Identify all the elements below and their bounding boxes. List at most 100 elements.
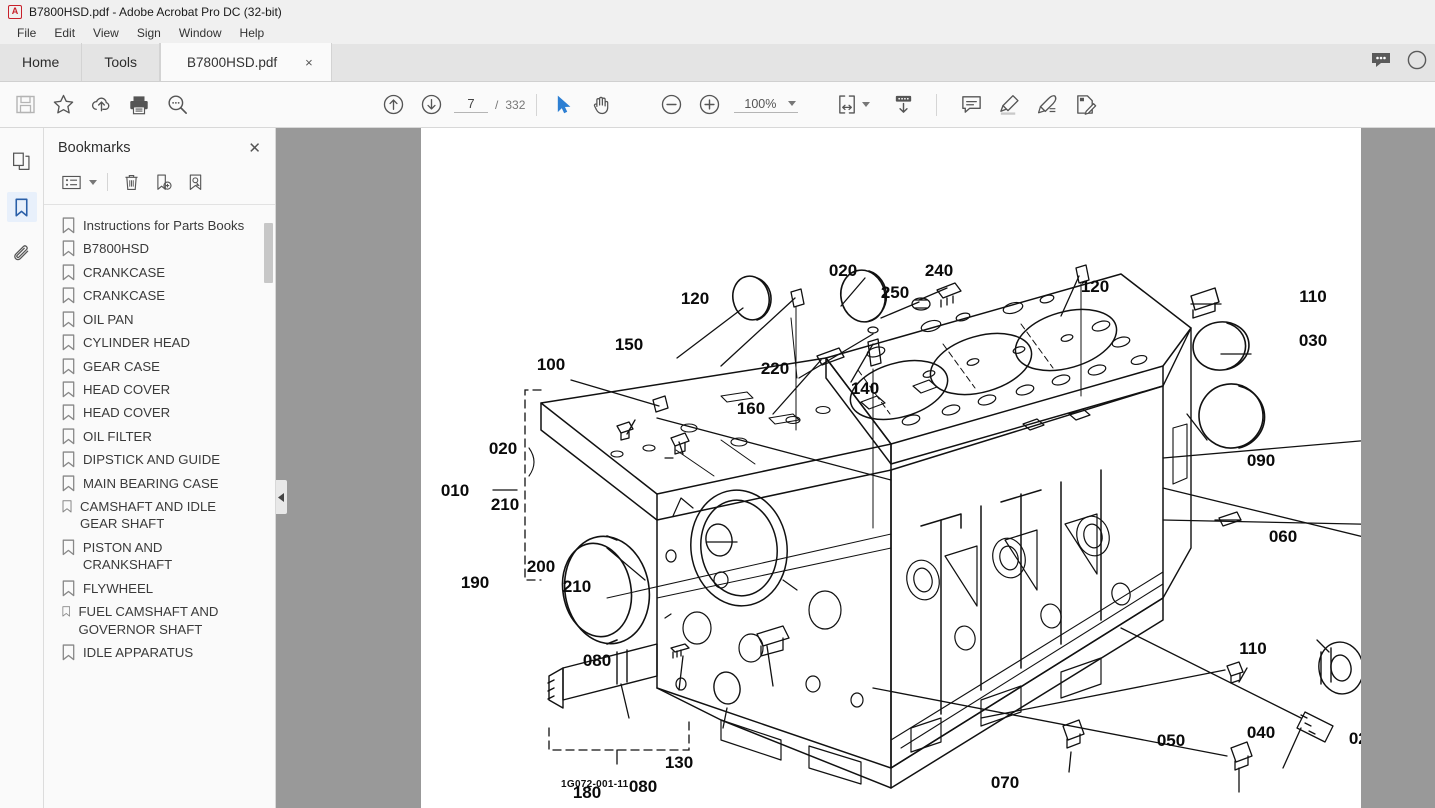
- bookmark-item-icon: [62, 287, 75, 304]
- print-file-icon[interactable]: [120, 86, 158, 124]
- list-item[interactable]: FLYWHEEL: [44, 577, 275, 600]
- list-item[interactable]: IDLE APPARATUS: [44, 641, 275, 664]
- list-item[interactable]: OIL PAN: [44, 308, 275, 331]
- draw-freehand-icon[interactable]: [1028, 86, 1066, 124]
- bookmarks-toolbar: [44, 166, 275, 205]
- callout-210-a: 210: [491, 495, 519, 514]
- list-item[interactable]: FUEL CAMSHAFT AND GOVERNOR SHAFT: [44, 600, 275, 641]
- callout-080-b: 080: [629, 777, 657, 796]
- bookmark-options-chevron-down-icon[interactable]: [89, 179, 97, 185]
- chevron-down-icon: [788, 101, 797, 106]
- page-thumbnails-icon[interactable]: [7, 146, 37, 176]
- save-file-icon[interactable]: [6, 86, 44, 124]
- menu-item-file[interactable]: File: [8, 23, 45, 44]
- list-item[interactable]: CAMSHAFT AND IDLE GEAR SHAFT: [44, 495, 275, 536]
- list-item-label: DIPSTICK AND GUIDE: [83, 452, 221, 468]
- bookmarks-panel-header: Bookmarks ✕: [44, 128, 275, 166]
- callout-210-b: 210: [563, 577, 591, 596]
- comment-bubble-icon[interactable]: [1371, 52, 1391, 73]
- help-circle-icon[interactable]: [1407, 50, 1427, 75]
- add-to-favorites-icon[interactable]: [44, 86, 82, 124]
- list-item-label: MAIN BEARING CASE: [83, 475, 219, 491]
- previous-page-icon[interactable]: [374, 86, 412, 124]
- page-scroll-icon[interactable]: [884, 86, 922, 124]
- fit-page-chevron-down-icon[interactable]: [862, 102, 871, 107]
- pdf-file-icon: A: [8, 4, 22, 19]
- attachments-icon[interactable]: [7, 238, 37, 268]
- list-item[interactable]: HEAD COVER: [44, 401, 275, 424]
- upload-to-cloud-icon[interactable]: [82, 86, 120, 124]
- pdf-page: 1G072-001-11 010 020 210 100 150 120 160…: [421, 128, 1361, 808]
- list-item[interactable]: OIL FILTER: [44, 425, 275, 448]
- fit-page-icon[interactable]: [828, 86, 866, 124]
- tab-document[interactable]: B7800HSD.pdf ×: [160, 43, 332, 81]
- window-title: B7800HSD.pdf - Adobe Acrobat Pro DC (32-…: [29, 4, 282, 19]
- hand-pan-icon[interactable]: [582, 86, 620, 124]
- callout-060-a: 060: [1269, 527, 1297, 546]
- list-item[interactable]: CRANKCASE: [44, 284, 275, 307]
- navigation-rail: [0, 128, 44, 808]
- list-item-label: HEAD COVER: [83, 381, 171, 397]
- callout-020-c: 020: [1349, 729, 1361, 748]
- close-icon[interactable]: ×: [305, 55, 313, 70]
- close-panel-icon[interactable]: ✕: [248, 141, 261, 156]
- menu-item-sign[interactable]: Sign: [128, 23, 170, 44]
- fill-and-sign-icon[interactable]: [1066, 86, 1104, 124]
- add-comment-icon[interactable]: [952, 86, 990, 124]
- callout-labels: 010 020 210 100 150 120 160 220 140 020 …: [441, 261, 1361, 802]
- tab-tools[interactable]: Tools: [82, 43, 161, 81]
- bookmark-item-icon: [62, 357, 75, 374]
- toolbar-tools-group: [544, 86, 620, 124]
- bookmarks-scrollbar[interactable]: [263, 205, 274, 808]
- list-item[interactable]: HEAD COVER: [44, 378, 275, 401]
- list-item[interactable]: B7800HSD: [44, 237, 275, 260]
- zoom-out-icon[interactable]: [652, 86, 690, 124]
- toolbar-annotation-group: [952, 86, 1104, 124]
- list-item-label: PISTON AND CRANKSHAFT: [82, 539, 173, 573]
- bookmarks-icon[interactable]: [6, 192, 37, 222]
- list-item[interactable]: CRANKCASE: [44, 261, 275, 284]
- select-cursor-icon[interactable]: [544, 86, 582, 124]
- application-body: Bookmarks ✕ Instructions for Parts Books…: [0, 128, 1435, 808]
- bookmark-item-icon: [62, 404, 75, 421]
- list-item[interactable]: DIPSTICK AND GUIDE: [44, 448, 275, 471]
- toolbar-zoom-group: 100%: [652, 86, 799, 124]
- toolbar-file-group: [6, 86, 196, 124]
- toolbar-navigation-group: / 332: [374, 86, 529, 124]
- zoom-in-icon[interactable]: [690, 86, 728, 124]
- bookmark-options-menu-icon[interactable]: [56, 169, 86, 195]
- bookmarks-list[interactable]: ▲ Instructions for Parts Books B7800HSD: [44, 205, 275, 808]
- tab-home[interactable]: Home: [0, 43, 83, 81]
- delete-bookmark-icon[interactable]: [116, 169, 146, 195]
- page-number-input[interactable]: [454, 96, 488, 113]
- bookmarks-scroll-thumb[interactable]: [264, 223, 273, 283]
- menu-item-window[interactable]: Window: [170, 23, 231, 44]
- bookmark-item-icon: [62, 217, 75, 234]
- toolbar-divider-1: [536, 93, 538, 116]
- document-viewer[interactable]: 1G072-001-11 010 020 210 100 150 120 160…: [276, 128, 1435, 808]
- list-item[interactable]: PISTON AND CRANKSHAFT: [44, 536, 275, 577]
- list-item-label: Instructions for Parts Books: [83, 218, 245, 233]
- menu-item-view[interactable]: View: [84, 23, 128, 44]
- callout-120-b: 120: [1081, 277, 1109, 296]
- search-text-icon[interactable]: [158, 86, 196, 124]
- next-page-icon[interactable]: [412, 86, 450, 124]
- edit-bookmark-icon[interactable]: [180, 169, 210, 195]
- bookmark-item-icon: [62, 240, 75, 257]
- list-item[interactable]: Instructions for Parts Books: [44, 214, 275, 237]
- tab-document-label: B7800HSD.pdf: [187, 54, 278, 70]
- page-total-count: 332: [505, 97, 526, 112]
- callout-240: 240: [925, 261, 953, 280]
- menu-item-edit[interactable]: Edit: [45, 23, 84, 44]
- zoom-level-dropdown[interactable]: 100%: [734, 97, 799, 113]
- new-bookmark-icon[interactable]: [148, 169, 178, 195]
- list-item[interactable]: CYLINDER HEAD: [44, 331, 275, 354]
- callout-110-b: 110: [1239, 639, 1266, 658]
- menu-item-help[interactable]: Help: [231, 23, 274, 44]
- highlight-text-icon[interactable]: [990, 86, 1028, 124]
- list-item[interactable]: MAIN BEARING CASE: [44, 472, 275, 495]
- list-item[interactable]: GEAR CASE: [44, 355, 275, 378]
- callout-200: 200: [527, 557, 555, 576]
- collapse-panel-handle[interactable]: [276, 480, 287, 514]
- list-item-label: FLYWHEEL: [83, 580, 154, 596]
